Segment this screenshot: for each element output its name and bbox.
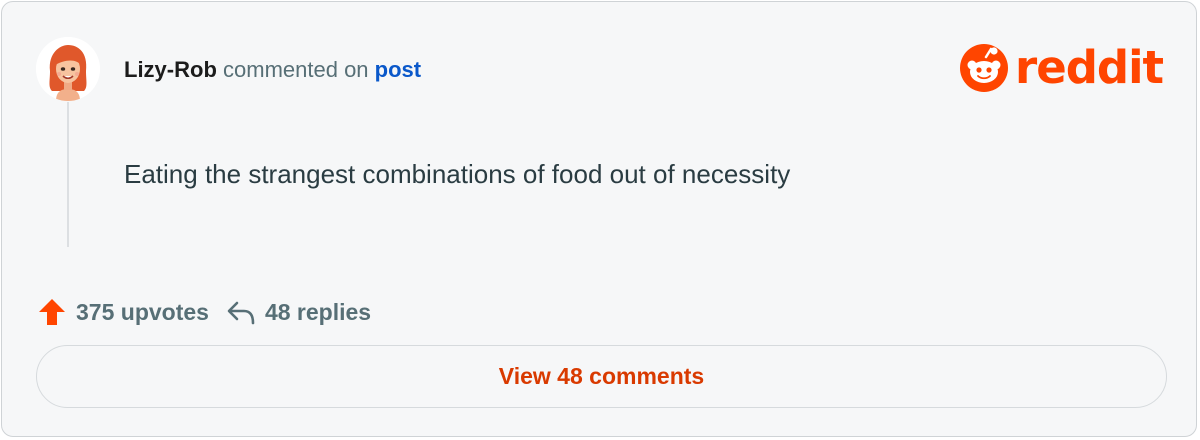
comment-header: Lizy-Rob commented on post — [124, 56, 421, 84]
username-link[interactable]: Lizy-Rob — [124, 57, 217, 82]
view-comments-button[interactable]: View 48 comments — [36, 345, 1167, 408]
comment-stats: 375 upvotes 48 replies — [36, 296, 371, 328]
reddit-logo[interactable]: reddit — [959, 41, 1164, 94]
comment-body: Eating the strangest combinations of foo… — [124, 159, 791, 189]
replies-count: 48 replies — [264, 298, 372, 325]
reddit-wordmark: reddit — [1015, 41, 1164, 94]
user-avatar[interactable] — [36, 37, 100, 101]
embedded-comment-card: Lizy-Rob commented on post reddit Eating… — [1, 1, 1197, 437]
avatar-illustration — [36, 37, 100, 101]
view-comments-label: View 48 comments — [498, 363, 705, 389]
upvotes-count: 375 upvotes — [76, 298, 209, 325]
reply-arrow-icon[interactable] — [225, 296, 257, 328]
post-link[interactable]: post — [375, 57, 421, 82]
reddit-snoo-icon — [960, 44, 1008, 92]
action-text: commented on — [223, 57, 369, 82]
thread-line — [67, 102, 69, 247]
upvote-arrow-icon[interactable] — [36, 296, 68, 328]
